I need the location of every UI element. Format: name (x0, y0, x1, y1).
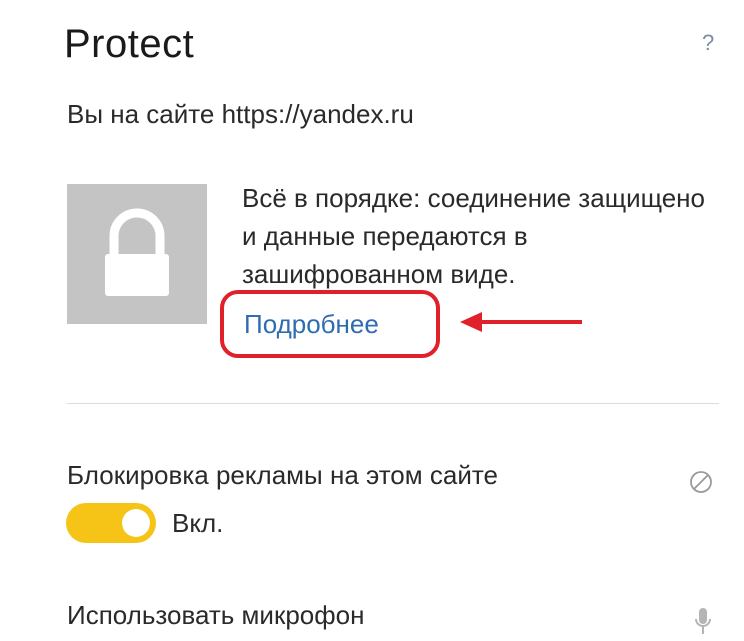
toggle-knob (122, 509, 150, 537)
protect-panel: Protect ? Вы на сайте https://yandex.ru … (0, 0, 744, 640)
block-icon[interactable] (689, 470, 713, 494)
microphone-label: Использовать микрофон (67, 600, 365, 630)
ad-block-toggle[interactable] (66, 503, 156, 543)
more-info-link[interactable]: Подробнее (244, 306, 379, 342)
ad-block-label: Блокировка рекламы на этом сайте (67, 460, 498, 490)
microphone-icon[interactable] (693, 606, 713, 636)
connection-status-text: Всё в порядке: соединение защищено и дан… (242, 183, 705, 289)
ad-block-toggle-label: Вкл. (172, 508, 224, 538)
section-divider (67, 403, 719, 404)
lock-icon (67, 184, 207, 324)
help-icon[interactable]: ? (702, 30, 714, 56)
site-url-text: Вы на сайте https://yandex.ru (67, 99, 414, 129)
annotation-arrow-head (460, 312, 482, 332)
panel-title: Protect (64, 22, 195, 66)
